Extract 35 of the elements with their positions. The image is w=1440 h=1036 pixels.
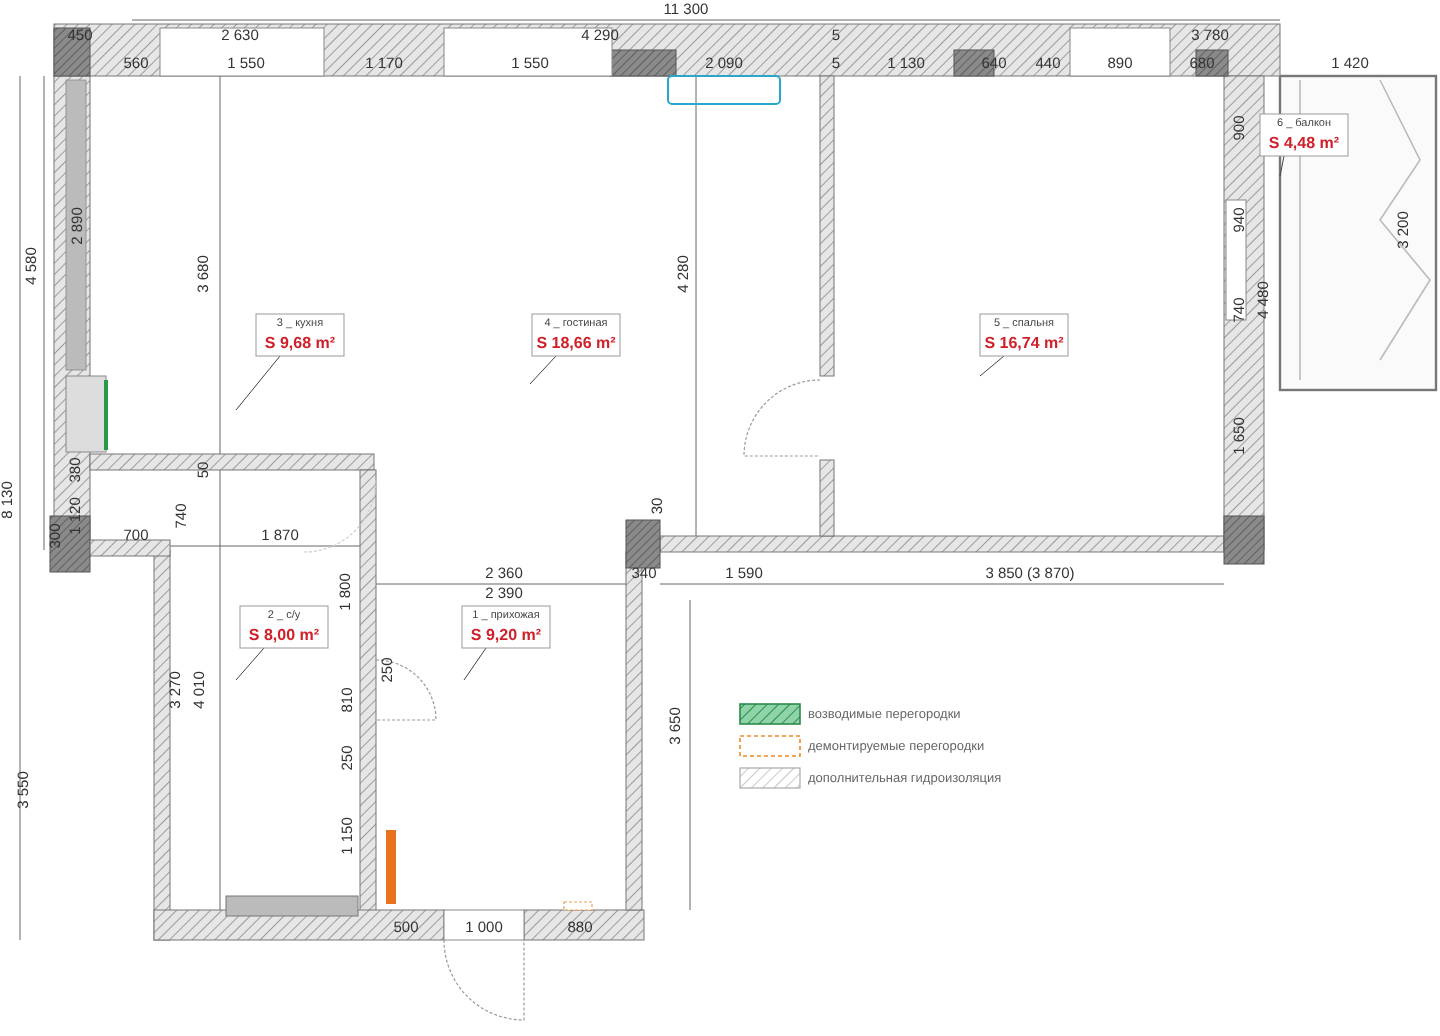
room-area: S 18,66 m² xyxy=(536,334,616,352)
leader-line xyxy=(529,355,557,385)
room-label-background xyxy=(531,313,621,357)
leader-line xyxy=(463,647,487,681)
leader-line xyxy=(1279,155,1285,177)
bathtub xyxy=(225,895,359,917)
room-label-background xyxy=(1259,113,1349,157)
leader-line xyxy=(235,355,281,411)
room-area: S 4,48 m² xyxy=(1268,134,1340,152)
room-area: S 8,00 m² xyxy=(248,626,320,644)
room-area: S 9,68 m² xyxy=(264,334,336,352)
room-label-background xyxy=(461,605,551,649)
legend-swatch xyxy=(739,767,801,789)
room-label-background xyxy=(239,605,329,649)
column xyxy=(53,27,91,77)
legend-swatch xyxy=(739,735,801,757)
room-area: S 16,74 m² xyxy=(984,334,1064,352)
room-label-background xyxy=(255,313,345,357)
door-swing xyxy=(743,379,821,457)
room-area: S 9,20 m² xyxy=(470,626,542,644)
legend-swatch xyxy=(739,703,801,725)
door-swing xyxy=(443,939,525,1021)
column xyxy=(625,519,661,569)
window xyxy=(1069,27,1171,77)
leader-line xyxy=(235,647,265,681)
window xyxy=(1225,199,1247,321)
door-swing xyxy=(303,479,377,553)
column xyxy=(1223,515,1265,565)
radiator xyxy=(386,830,396,904)
removed-partition xyxy=(563,901,593,911)
column xyxy=(609,49,677,77)
leader-line xyxy=(979,355,1005,377)
room-label-background xyxy=(979,313,1069,357)
window xyxy=(443,909,525,941)
door-swing xyxy=(375,659,437,721)
